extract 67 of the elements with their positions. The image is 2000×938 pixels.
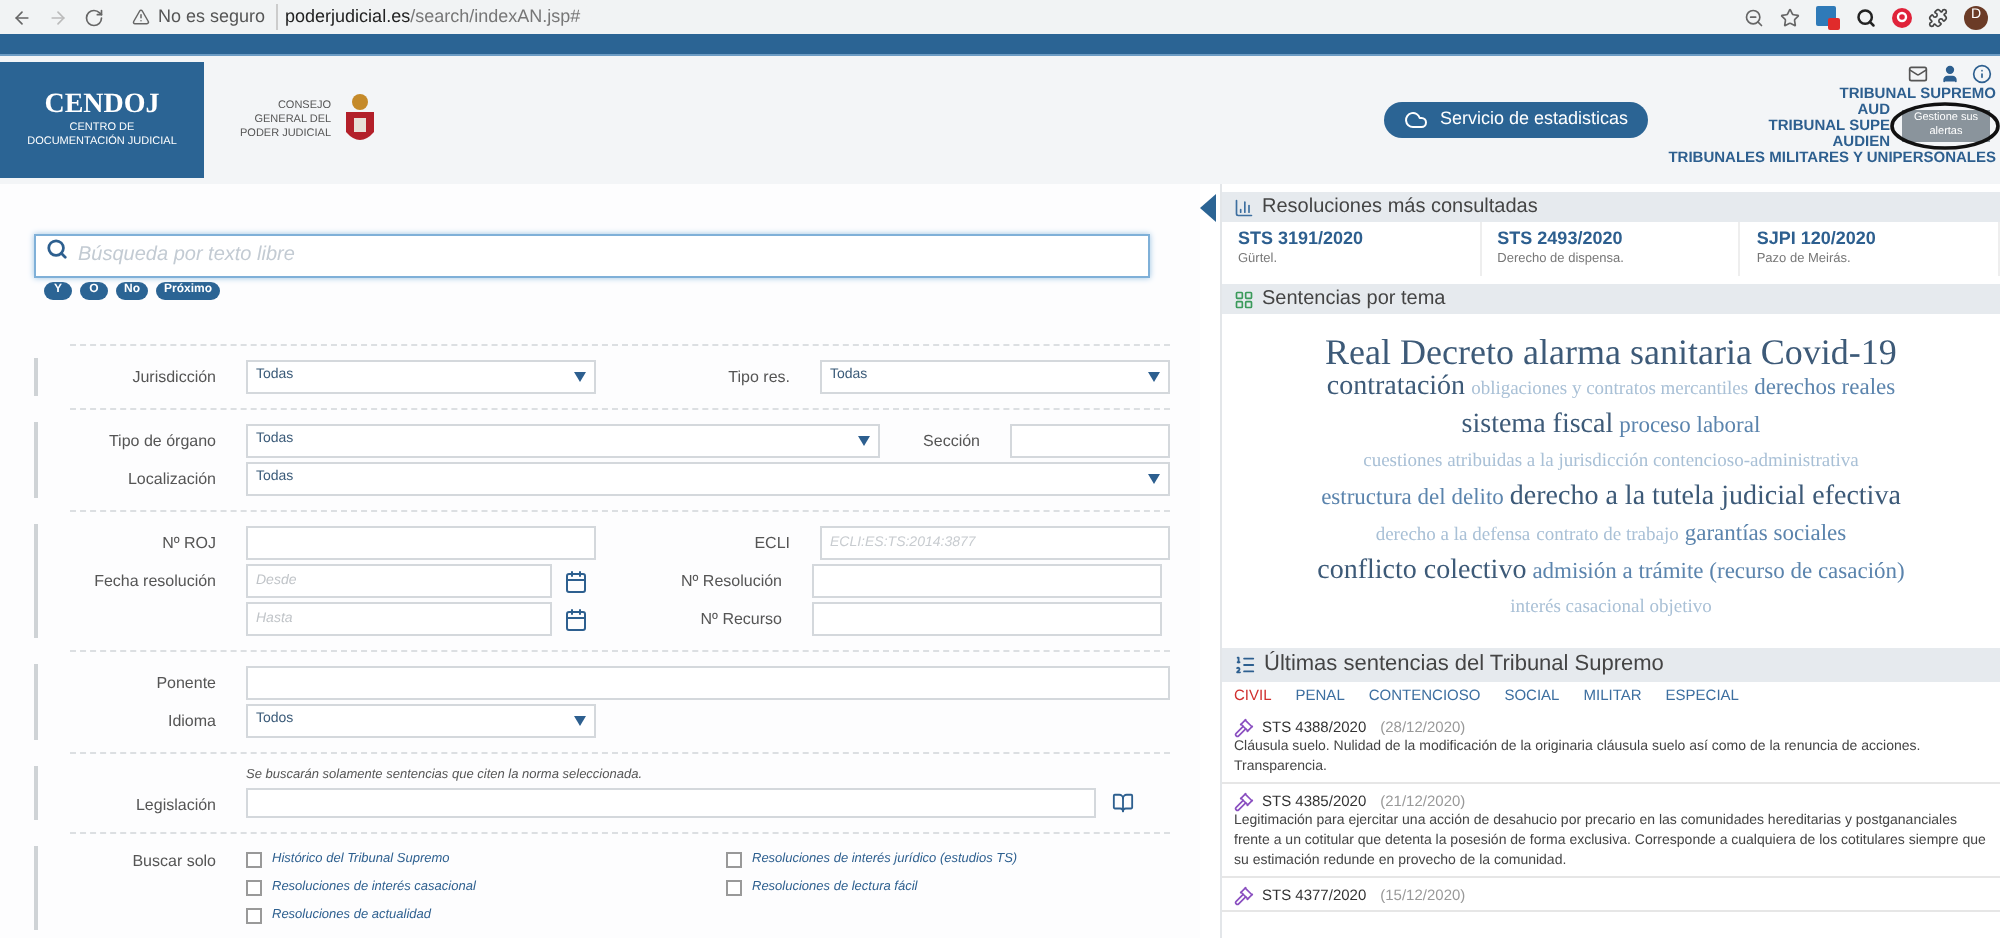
topic-tag[interactable]: contratación xyxy=(1326,370,1466,406)
reload-icon[interactable] xyxy=(84,7,104,27)
user-icon[interactable] xyxy=(1940,64,1960,84)
field-label: Idioma xyxy=(167,711,216,729)
search-icon xyxy=(46,238,68,260)
extensions-icon[interactable] xyxy=(1928,7,1948,27)
chart-icon xyxy=(1234,197,1254,217)
topic-tag[interactable]: estructura del delito xyxy=(1321,480,1504,516)
zoom-icon[interactable] xyxy=(1744,7,1764,27)
field-label: Localización xyxy=(127,469,216,487)
input-field[interactable] xyxy=(246,666,1170,700)
caret-icon xyxy=(858,436,870,446)
list-icon xyxy=(1234,654,1256,676)
gavel-icon xyxy=(1234,717,1254,737)
input-field[interactable] xyxy=(812,564,1162,598)
field-label: Nº Recurso xyxy=(700,609,782,627)
section-header: Últimas sentencias del Tribunal Supremo xyxy=(1222,648,2000,682)
caret-icon xyxy=(1148,372,1160,382)
field-label: Tipo res. xyxy=(728,367,790,385)
section-header: Sentencias por tema xyxy=(1222,284,2000,314)
pin-icon[interactable] xyxy=(1892,7,1912,27)
annotation-circle xyxy=(1890,102,2000,150)
caret-icon xyxy=(574,372,586,382)
page-url: poderjudicial.es/search/indexAN.jsp# xyxy=(285,3,581,30)
bookmark-star-icon[interactable] xyxy=(1780,7,1800,27)
topic-tag[interactable]: derechos reales xyxy=(1754,370,1896,406)
section-header: Resoluciones más consultadas xyxy=(1222,192,2000,222)
calendar-icon[interactable] xyxy=(564,569,588,593)
topic-tag[interactable]: proceso laboral xyxy=(1619,408,1761,444)
field-label: Sección xyxy=(923,431,980,449)
topic-tag[interactable]: garantías sociales xyxy=(1684,516,1847,552)
grid-icon xyxy=(1234,289,1254,309)
topic-tag[interactable]: sistema fiscal xyxy=(1461,408,1614,444)
gavel-icon xyxy=(1234,791,1254,811)
back-icon[interactable] xyxy=(12,7,32,27)
input-field[interactable] xyxy=(1010,424,1170,458)
security-warning: No es seguro xyxy=(158,3,278,31)
statistics-button[interactable]: Servicio de estadisticas xyxy=(1383,102,1648,138)
field-label: Tipo de órgano xyxy=(108,431,216,449)
gavel-icon xyxy=(1234,885,1254,905)
topic-tag[interactable]: derecho a la tutela judicial efectiva xyxy=(1509,480,1901,516)
info-icon[interactable] xyxy=(1972,64,1992,84)
book-icon[interactable] xyxy=(1112,792,1134,814)
input-field[interactable] xyxy=(246,788,1096,818)
input-field[interactable] xyxy=(246,526,596,560)
field-label: Nº ROJ xyxy=(162,533,216,551)
caret-icon xyxy=(1148,474,1160,484)
mail-icon[interactable] xyxy=(1908,64,1928,84)
extension-icon[interactable] xyxy=(1816,5,1840,29)
warning-icon xyxy=(132,8,150,26)
field-label: ECLI xyxy=(754,533,790,551)
search-icon[interactable] xyxy=(1856,7,1876,27)
cloud-icon xyxy=(1403,108,1428,132)
field-label: Legislación xyxy=(135,796,216,814)
topic-tag[interactable]: admisión a trámite (recurso de casación) xyxy=(1532,554,1905,590)
field-label: Fecha resolución xyxy=(94,571,216,589)
field-label: Ponente xyxy=(156,673,216,691)
topic-tag[interactable]: Real Decreto alarma sanitaria Covid-19 xyxy=(1325,334,1897,370)
field-label: Buscar solo xyxy=(132,852,216,870)
field-label: Jurisdicción xyxy=(132,367,216,385)
search-field[interactable]: Búsqueda por texto libre xyxy=(34,233,1150,277)
topic-tag[interactable]: conflicto colectivo xyxy=(1317,554,1527,590)
caret-icon xyxy=(574,716,586,726)
input-field[interactable] xyxy=(812,602,1162,636)
calendar-icon[interactable] xyxy=(564,607,588,631)
field-label: Nº Resolución xyxy=(681,571,782,589)
collapse-arrow-icon[interactable] xyxy=(1200,194,1216,222)
